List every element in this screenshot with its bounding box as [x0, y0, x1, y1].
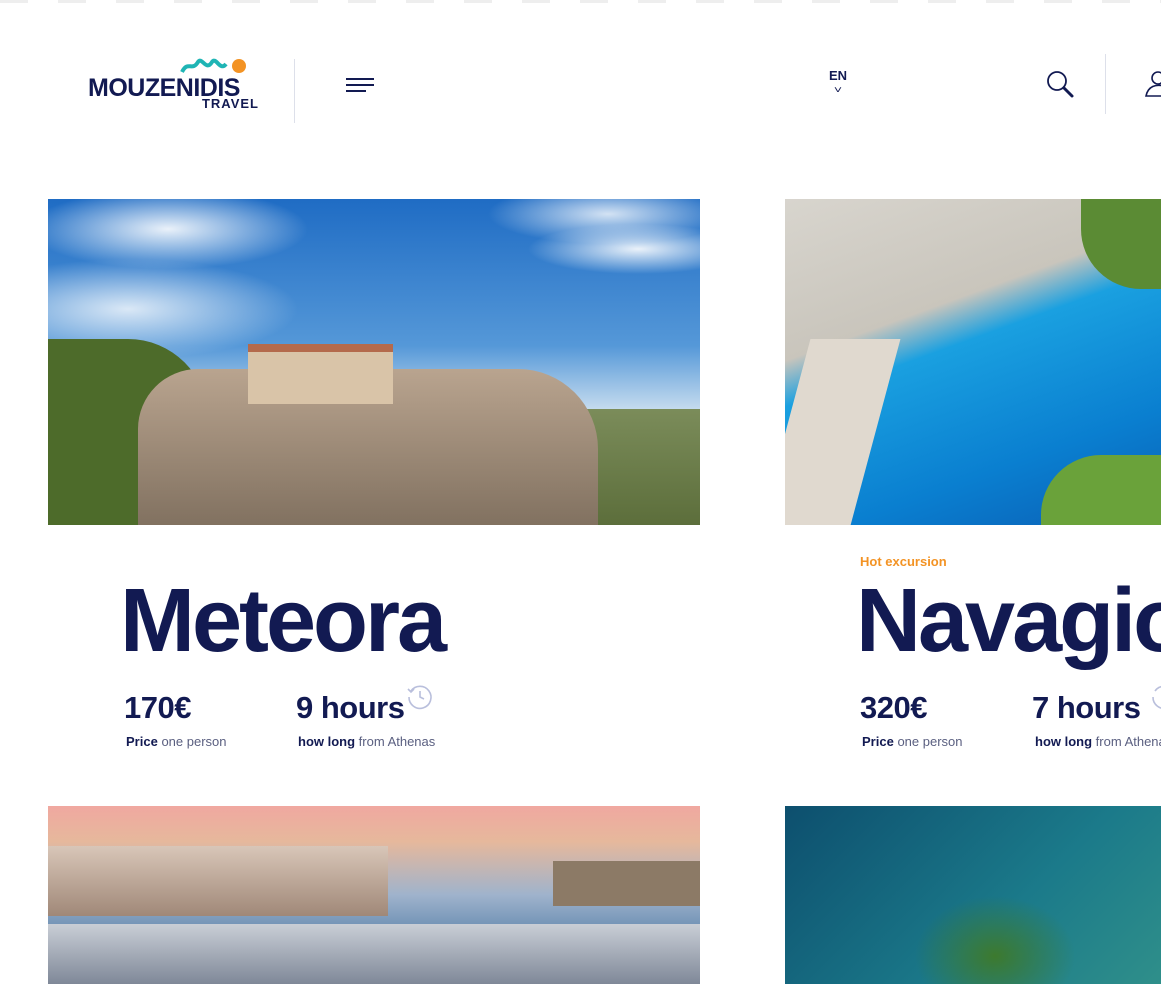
island-image[interactable] — [785, 806, 1161, 984]
top-decoration — [0, 0, 1161, 3]
search-icon[interactable] — [1046, 70, 1076, 100]
chevron-down-icon: ˅ — [833, 85, 843, 96]
user-icon[interactable] — [1144, 70, 1161, 98]
tour-duration: 7 hours — [1032, 690, 1141, 725]
duration-label: how long from Athenas — [1035, 734, 1161, 749]
hot-excursion-badge: Hot excursion — [860, 554, 947, 569]
logo-wave-icon — [180, 58, 246, 74]
tour-price: 170€ — [124, 690, 191, 725]
navagio-image[interactable] — [785, 199, 1161, 525]
language-label: EN — [828, 68, 848, 83]
tour-title[interactable]: Meteora — [120, 570, 447, 673]
duration-label: how long from Athenas — [298, 734, 436, 749]
price-label: Price one person — [862, 734, 963, 749]
language-selector[interactable]: EN ˅ — [826, 68, 850, 96]
tour-price: 320€ — [860, 690, 927, 725]
divider — [294, 59, 295, 123]
menu-button[interactable] — [346, 78, 374, 96]
divider — [1105, 54, 1106, 114]
meteora-image[interactable] — [48, 199, 700, 525]
tour-duration: 9 hours — [296, 690, 405, 725]
tour-title[interactable]: Navagio — [856, 570, 1161, 673]
clock-history-icon — [1152, 685, 1161, 709]
price-label: Price one person — [126, 734, 227, 749]
nafpaktos-image[interactable] — [48, 806, 700, 984]
clock-history-icon — [407, 685, 432, 710]
logo[interactable]: MOUZENIDIS TRAVEL — [88, 56, 263, 112]
